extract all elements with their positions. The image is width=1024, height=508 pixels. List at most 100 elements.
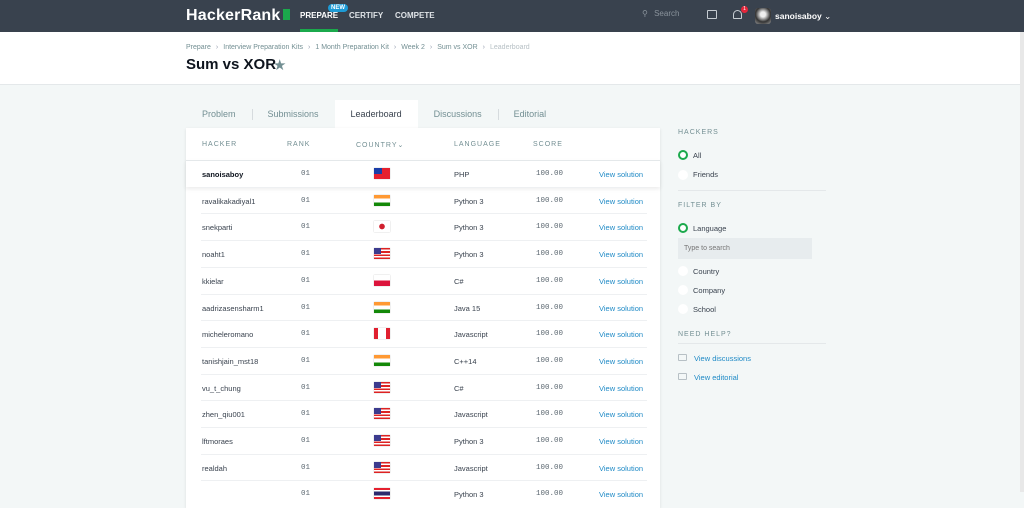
radio-country-label[interactable]: Country bbox=[693, 267, 719, 276]
hackers-title: HACKERS bbox=[678, 129, 719, 136]
hacker-name[interactable]: ravalikakadiyal1 bbox=[202, 197, 255, 206]
view-solution-link[interactable]: View solution bbox=[599, 197, 643, 206]
table-row: 01 Python 3 100.00 View solution bbox=[201, 480, 647, 507]
radio-all-label[interactable]: All bbox=[693, 151, 701, 160]
table-row: lftmoraes 01 Python 3 100.00 View soluti… bbox=[201, 427, 647, 454]
score: 100.00 bbox=[536, 437, 564, 445]
divider bbox=[678, 343, 826, 344]
hacker-name[interactable]: aadrizasensharm1 bbox=[202, 304, 264, 313]
view-solution-link[interactable]: View solution bbox=[599, 170, 643, 179]
view-solution-link[interactable]: View solution bbox=[599, 330, 643, 339]
radio-company-label[interactable]: Company bbox=[693, 286, 725, 295]
language: Python 3 bbox=[454, 196, 484, 206]
score: 100.00 bbox=[536, 250, 564, 259]
language: Python 3 bbox=[454, 250, 484, 260]
header-country[interactable]: COUNTRY⌄ bbox=[356, 141, 404, 149]
view-editorial-link[interactable]: View editorial bbox=[694, 373, 738, 382]
view-solution-link[interactable]: View solution bbox=[599, 437, 643, 446]
country-flag-icon bbox=[374, 194, 390, 206]
language: Java 15 bbox=[454, 303, 481, 313]
table-row: ravalikakadiyal1 01 Python 3 100.00 View… bbox=[201, 186, 647, 214]
radio-language-label[interactable]: Language bbox=[693, 224, 726, 233]
user-menu[interactable]: sanoisaboy ⌄ bbox=[775, 11, 831, 22]
view-discussions-link[interactable]: View discussions bbox=[694, 354, 751, 363]
tab-submissions[interactable]: Submissions bbox=[251, 100, 335, 128]
editorial-book-icon bbox=[678, 373, 687, 380]
hacker-name[interactable]: zhen_qiu001 bbox=[202, 410, 245, 419]
rank: 01 bbox=[301, 196, 311, 205]
header-language: LANGUAGE bbox=[454, 141, 501, 148]
hacker-name[interactable]: sanoisaboy bbox=[202, 170, 243, 179]
breadcrumb-challenge[interactable]: Sum vs XOR bbox=[437, 44, 477, 51]
search-box[interactable]: ⚲ Search bbox=[642, 9, 679, 18]
hacker-name[interactable]: kkielar bbox=[202, 277, 224, 286]
rank: 01 bbox=[301, 356, 311, 365]
nav-prepare[interactable]: PREPARE bbox=[300, 11, 339, 32]
hacker-name[interactable]: vu_t_chung bbox=[202, 384, 241, 393]
tab-discussions[interactable]: Discussions bbox=[418, 100, 498, 128]
nav-compete[interactable]: COMPETE bbox=[395, 11, 435, 20]
challenge-tabs: Problem Submissions Leaderboard Discussi… bbox=[186, 100, 562, 128]
radio-school[interactable] bbox=[678, 304, 688, 314]
scrollbar[interactable] bbox=[1020, 32, 1024, 492]
radio-school-label[interactable]: School bbox=[693, 305, 716, 314]
search-icon: ⚲ bbox=[642, 9, 648, 18]
language-search-input[interactable] bbox=[678, 238, 812, 259]
radio-all[interactable] bbox=[678, 150, 688, 160]
table-row: aadrizasensharm1 01 Java 15 100.00 View … bbox=[201, 293, 647, 321]
country-flag-icon bbox=[374, 435, 390, 446]
hacker-name[interactable]: tanishjain_mst18 bbox=[202, 357, 258, 366]
rank: 01 bbox=[301, 250, 311, 259]
rank: 01 bbox=[301, 463, 311, 472]
view-solution-link[interactable]: View solution bbox=[599, 223, 643, 232]
chevron-down-icon: ⌄ bbox=[397, 142, 405, 149]
country-flag-icon bbox=[374, 488, 390, 500]
radio-language[interactable] bbox=[678, 223, 688, 233]
hacker-name[interactable]: lftmoraes bbox=[202, 437, 233, 446]
view-solution-link[interactable]: View solution bbox=[599, 277, 643, 286]
hacker-name[interactable]: realdah bbox=[202, 464, 227, 473]
header-hacker: HACKER bbox=[202, 141, 238, 148]
hacker-name[interactable]: noaht1 bbox=[202, 250, 225, 259]
language: PHP bbox=[454, 170, 470, 179]
tab-problem[interactable]: Problem bbox=[186, 100, 252, 128]
messages-icon[interactable] bbox=[707, 10, 717, 19]
country-flag-icon bbox=[374, 461, 390, 473]
radio-friends[interactable] bbox=[678, 170, 688, 180]
language: Javascript bbox=[454, 463, 488, 473]
view-solution-link[interactable]: View solution bbox=[599, 464, 643, 473]
rank: 01 bbox=[301, 330, 311, 339]
score: 100.00 bbox=[536, 356, 564, 365]
hacker-name[interactable]: snekparti bbox=[202, 223, 232, 232]
breadcrumb-kits[interactable]: Interview Preparation Kits bbox=[223, 44, 303, 51]
country-flag-icon bbox=[374, 381, 390, 393]
breadcrumb-week[interactable]: Week 2 bbox=[401, 44, 425, 51]
nav-certify[interactable]: CERTIFY bbox=[349, 11, 383, 20]
rank: 01 bbox=[301, 223, 311, 232]
hackerrank-logo[interactable]: HackerRank bbox=[186, 7, 290, 25]
hacker-name[interactable]: micheleromano bbox=[202, 330, 253, 339]
view-solution-link[interactable]: View solution bbox=[599, 357, 643, 366]
view-solution-link[interactable]: View solution bbox=[599, 410, 643, 419]
avatar[interactable] bbox=[755, 8, 771, 24]
country-flag-icon bbox=[374, 354, 390, 366]
page-header: Prepare › Interview Preparation Kits › 1 M… bbox=[0, 32, 1024, 85]
view-solution-link[interactable]: View solution bbox=[599, 304, 643, 313]
language: Javascript bbox=[454, 330, 488, 340]
rank: 01 bbox=[301, 383, 311, 392]
star-icon[interactable]: ★ bbox=[273, 56, 286, 74]
view-solution-link[interactable]: View solution bbox=[599, 250, 643, 259]
radio-company[interactable] bbox=[678, 285, 688, 295]
radio-friends-label[interactable]: Friends bbox=[693, 170, 718, 179]
view-solution-link[interactable]: View solution bbox=[599, 384, 643, 393]
new-badge: NEW bbox=[328, 4, 348, 12]
radio-country[interactable] bbox=[678, 266, 688, 276]
score: 100.00 bbox=[536, 410, 564, 419]
breadcrumb-month-kit[interactable]: 1 Month Preparation Kit bbox=[315, 44, 389, 51]
breadcrumb-prepare[interactable]: Prepare bbox=[186, 44, 211, 51]
table-row: snekparti 01 Python 3 100.00 View soluti… bbox=[201, 213, 647, 240]
tab-leaderboard[interactable]: Leaderboard bbox=[334, 100, 418, 128]
chevron-down-icon: ⌄ bbox=[824, 11, 832, 21]
tab-editorial[interactable]: Editorial bbox=[497, 100, 563, 128]
header-rank: RANK bbox=[287, 141, 311, 148]
